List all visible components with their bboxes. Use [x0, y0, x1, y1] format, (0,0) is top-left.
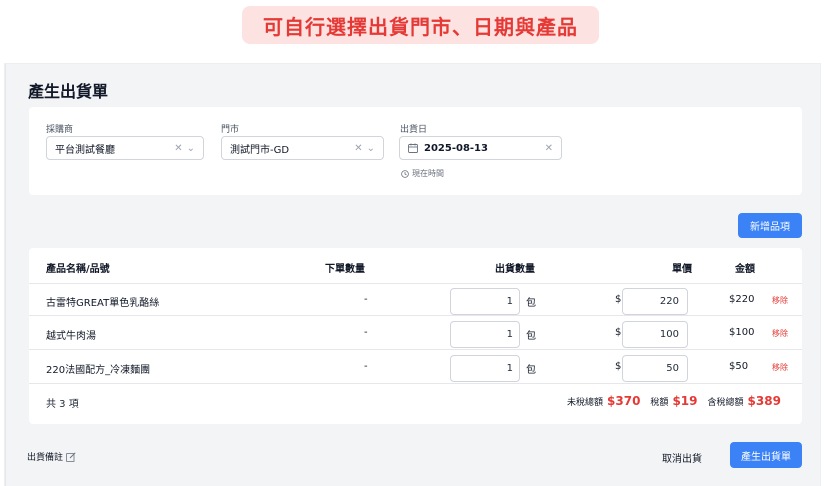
- qty-input[interactable]: 1: [450, 355, 520, 382]
- items-table: 產品名稱/品號 下單數量 出貨數量 單價 金額 古雷特GREAT單色乳酪絲 - …: [29, 248, 802, 424]
- totals-summary: 未稅總額 $370 稅額 $19 含稅總額 $389: [567, 394, 781, 408]
- buyer-select[interactable]: 平台測試餐廳 ✕ ⌄: [46, 136, 204, 160]
- clock-icon: [401, 169, 409, 178]
- table-row: 古雷特GREAT單色乳酪絲 - 1 包 $ 220 $220 移除: [29, 283, 802, 316]
- ordered-qty: -: [364, 361, 368, 372]
- add-item-button[interactable]: 新增品項: [738, 213, 802, 238]
- total-label: 含稅總額: [707, 398, 744, 408]
- row-amount: $100: [729, 327, 755, 338]
- now-time-link[interactable]: 現在時間: [401, 168, 444, 179]
- qty-input[interactable]: 1: [450, 288, 520, 315]
- chevron-down-icon[interactable]: ⌄: [187, 143, 195, 154]
- app-frame: 產生出貨單 採購商 平台測試餐廳 ✕ ⌄ 門市 測試門市-GD ✕ ⌄ 出貨日 …: [5, 64, 820, 486]
- col-header-ordered: 下單數量: [325, 264, 365, 275]
- product-name: 古雷特GREAT單色乳酪絲: [46, 298, 160, 309]
- product-name: 220法國配方_冷凍麵團: [46, 365, 151, 376]
- store-value: 測試門市-GD: [230, 144, 290, 156]
- date-value: 2025-08-13: [424, 142, 488, 154]
- row-amount: $220: [729, 294, 755, 305]
- col-header-price: 單價: [672, 264, 692, 275]
- subtotal-label: 未稅總額: [567, 398, 604, 408]
- now-time-label: 現在時間: [412, 169, 444, 178]
- clear-icon[interactable]: ✕: [174, 143, 182, 154]
- tax-value: $19: [672, 394, 698, 408]
- price-value: 100: [659, 329, 679, 340]
- unit-label: 包: [526, 298, 536, 309]
- clear-icon[interactable]: ✕: [354, 143, 362, 154]
- remove-button[interactable]: 移除: [772, 295, 788, 306]
- col-header-product: 產品名稱/品號: [46, 264, 110, 275]
- buyer-label: 採購商: [46, 125, 74, 135]
- page-title: 產生出貨單: [28, 82, 109, 101]
- price-input[interactable]: 220: [622, 288, 688, 315]
- col-header-amount: 金額: [735, 264, 755, 275]
- product-name: 越式牛肉湯: [46, 331, 96, 342]
- store-select[interactable]: 測試門市-GD ✕ ⌄: [221, 136, 384, 160]
- unit-label: 包: [526, 331, 536, 342]
- currency-label: $: [615, 294, 622, 305]
- tax-label: 稅額: [650, 398, 669, 408]
- price-value: 220: [659, 296, 679, 307]
- currency-label: $: [615, 327, 622, 338]
- feature-banner: 可自行選擇出貨門市、日期與產品: [242, 6, 599, 44]
- price-input[interactable]: 100: [622, 321, 688, 348]
- date-label: 出貨日: [400, 125, 428, 135]
- unit-label: 包: [526, 365, 536, 376]
- calendar-icon: [408, 143, 418, 153]
- table-row: 越式牛肉湯 - 1 包 $ 100 $100 移除: [29, 317, 802, 350]
- store-label: 門市: [221, 125, 240, 135]
- price-input[interactable]: 50: [622, 355, 688, 382]
- currency-label: $: [615, 361, 622, 372]
- table-row: 220法國配方_冷凍麵團 - 1 包 $ 50 $50 移除: [29, 351, 802, 384]
- price-value: 50: [666, 363, 679, 374]
- ordered-qty: -: [364, 294, 368, 305]
- remove-button[interactable]: 移除: [772, 328, 788, 339]
- date-picker[interactable]: 2025-08-13 ✕: [399, 136, 562, 160]
- filter-card: 採購商 平台測試餐廳 ✕ ⌄ 門市 測試門市-GD ✕ ⌄ 出貨日 2025-0…: [29, 107, 802, 195]
- total-value: $389: [747, 394, 781, 408]
- buyer-value: 平台測試餐廳: [55, 144, 115, 156]
- chevron-down-icon[interactable]: ⌄: [367, 143, 375, 154]
- edit-icon: [66, 451, 76, 462]
- item-count: 共 3 項: [46, 399, 79, 410]
- col-header-shipped: 出貨數量: [495, 264, 535, 275]
- clear-icon[interactable]: ✕: [545, 143, 553, 154]
- cancel-shipment-button[interactable]: 取消出貨: [662, 450, 702, 465]
- ordered-qty: -: [364, 327, 368, 338]
- qty-input[interactable]: 1: [450, 321, 520, 348]
- qty-value: 1: [506, 363, 513, 374]
- shipping-note-label: 出貨備註: [27, 453, 64, 463]
- remove-button[interactable]: 移除: [772, 362, 788, 373]
- qty-value: 1: [506, 329, 513, 340]
- row-amount: $50: [729, 361, 749, 372]
- generate-shipment-button[interactable]: 產生出貨單: [730, 442, 802, 468]
- qty-value: 1: [506, 296, 513, 307]
- subtotal-value: $370: [607, 394, 641, 408]
- shipping-note-toggle[interactable]: 出貨備註: [27, 450, 76, 463]
